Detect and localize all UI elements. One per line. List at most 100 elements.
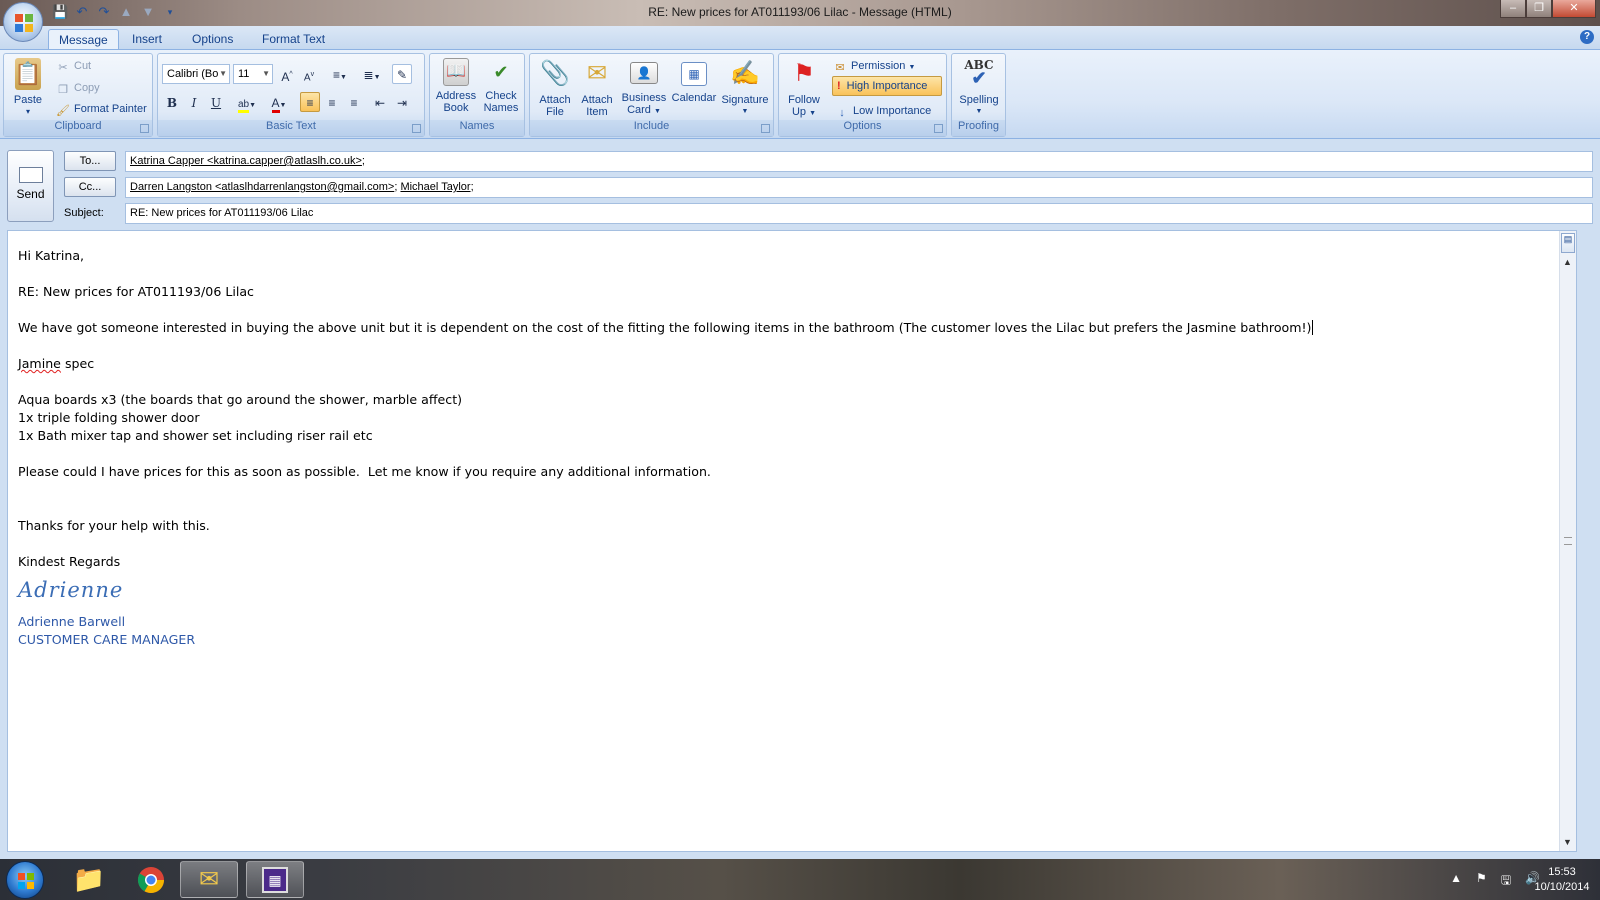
- follow-up-button[interactable]: ⚑ Follow Up ▼: [781, 56, 827, 120]
- signature-name: Adrienne Barwell: [18, 614, 126, 629]
- decrease-indent-button[interactable]: ⇤: [370, 92, 390, 112]
- show-hidden-icons-icon[interactable]: ▲: [1450, 871, 1462, 892]
- align-center-button[interactable]: ≡: [322, 92, 342, 112]
- basic-text-dialog-launcher-icon[interactable]: [412, 124, 421, 133]
- tab-insert[interactable]: Insert: [122, 29, 172, 50]
- scroll-down-icon[interactable]: ▼: [1563, 837, 1572, 847]
- basic-text-group: Calibri (Bo ▼ 11 ▼ A^ Av ≡▼ ≣▼ ✎ B I U ab▼…: [157, 53, 425, 137]
- tab-message[interactable]: Message: [48, 29, 119, 50]
- office-logo-icon: [15, 14, 33, 32]
- grow-font-button[interactable]: A^: [277, 64, 297, 84]
- options-group-label: Options: [779, 120, 946, 136]
- tab-options[interactable]: Options: [182, 29, 243, 50]
- help-icon[interactable]: ?: [1580, 30, 1594, 44]
- bullets-button[interactable]: ≡▼: [326, 64, 354, 84]
- font-size-select[interactable]: 11 ▼: [233, 64, 273, 84]
- font-color-icon: A: [271, 96, 280, 113]
- start-button[interactable]: [6, 861, 44, 899]
- align-left-button[interactable]: ≡: [300, 92, 320, 112]
- send-button[interactable]: Send: [7, 150, 54, 222]
- attach-file-button[interactable]: 📎 Attach File: [532, 56, 578, 119]
- align-right-icon: ≡: [350, 96, 358, 110]
- permission-icon: ✉: [835, 62, 845, 74]
- copy-button[interactable]: ❐ Copy: [56, 79, 100, 97]
- clipboard-dialog-launcher-icon[interactable]: [140, 124, 149, 133]
- grid-app-icon: ▦: [262, 866, 288, 893]
- dropdown-arrow-icon: ▼: [219, 69, 227, 78]
- font-color-button[interactable]: A▼: [264, 92, 294, 113]
- taskbar-explorer[interactable]: 📁: [60, 861, 118, 898]
- underline-button[interactable]: U: [206, 92, 226, 112]
- cc-recipient-2[interactable]: Michael Taylor: [400, 181, 470, 193]
- scissors-icon: ✂: [58, 62, 68, 74]
- list-item: Aqua boards x3 (the boards that go aroun…: [18, 392, 463, 407]
- cc-button[interactable]: Cc...: [64, 177, 116, 197]
- font-name-value: Calibri (Bo: [167, 68, 219, 80]
- include-dialog-launcher-icon[interactable]: [761, 124, 770, 133]
- misspelled-word[interactable]: Jamine: [18, 356, 61, 371]
- italic-button[interactable]: I: [184, 92, 204, 112]
- basic-text-group-label: Basic Text: [158, 120, 424, 136]
- align-right-button[interactable]: ≡: [344, 92, 364, 112]
- low-importance-button[interactable]: ↓ Low Importance: [835, 102, 931, 120]
- options-dialog-launcher-icon[interactable]: [934, 124, 943, 133]
- spelling-check-icon: ABC ✔: [964, 58, 994, 89]
- message-content[interactable]: Hi Katrina, RE: New prices for AT011193/…: [18, 247, 1314, 649]
- paste-button[interactable]: 📋 Paste ▾: [8, 56, 48, 118]
- address-book-label-2: Book: [443, 102, 469, 114]
- signature-handwriting: Adrienne: [18, 578, 124, 602]
- calendar-label: Calendar: [671, 92, 717, 104]
- network-icon[interactable]: 🖫: [1501, 871, 1511, 892]
- business-card-button[interactable]: 👤 Business Card ▼: [618, 56, 670, 118]
- paragraph-1-text: We have got someone interested in buying…: [18, 320, 1312, 335]
- vertical-scrollbar[interactable]: ▤ ▲ ▼: [1559, 231, 1576, 851]
- office-button[interactable]: [3, 2, 43, 42]
- taskbar-chrome[interactable]: [122, 861, 180, 898]
- action-center-flag-icon[interactable]: ⚑: [1476, 871, 1487, 892]
- spelling-button[interactable]: ABC ✔ Spelling ▼: [954, 56, 1004, 118]
- clock[interactable]: 15:53 10/10/2014: [1530, 865, 1594, 895]
- to-field[interactable]: Katrina Capper <katrina.capper@atlaslh.c…: [125, 151, 1593, 172]
- taskbar-outlook[interactable]: ✉: [180, 861, 238, 898]
- highlight-button[interactable]: ab▼: [232, 92, 262, 113]
- check-names-icon: ✔: [493, 62, 509, 82]
- attach-item-button[interactable]: ✉ Attach Item: [574, 56, 620, 119]
- subject-field[interactable]: RE: New prices for AT011193/06 Lilac: [125, 203, 1593, 224]
- paperclip-icon: 📎: [540, 60, 570, 87]
- to-button[interactable]: To...: [64, 151, 116, 171]
- text-cursor: [1312, 320, 1314, 335]
- address-book-button[interactable]: 📖 Address Book: [432, 56, 480, 114]
- ruler-toggle-icon[interactable]: ▤: [1561, 233, 1575, 253]
- tab-format-text[interactable]: Format Text: [252, 29, 335, 50]
- message-body[interactable]: Hi Katrina, RE: New prices for AT011193/…: [7, 230, 1577, 852]
- window-title: RE: New prices for AT011193/06 Lilac - M…: [648, 5, 952, 19]
- cut-button[interactable]: ✂ Cut: [56, 57, 91, 75]
- numbering-button[interactable]: ≣▼: [358, 64, 386, 84]
- minimize-button[interactable]: –: [1500, 0, 1526, 18]
- address-book-label-1: Address: [435, 90, 477, 102]
- font-size-value: 11: [238, 68, 250, 80]
- to-recipient[interactable]: Katrina Capper <katrina.capper@atlaslh.c…: [130, 155, 362, 167]
- permission-button[interactable]: ✉ Permission ▼: [833, 57, 915, 75]
- copy-label: Copy: [74, 82, 100, 94]
- cc-recipient-1[interactable]: Darren Langston <atlaslhdarrenlangston@g…: [130, 181, 394, 193]
- font-name-select[interactable]: Calibri (Bo ▼: [162, 64, 230, 84]
- cc-field[interactable]: Darren Langston <atlaslhdarrenlangston@g…: [125, 177, 1593, 198]
- include-group: 📎 Attach File ✉ Attach Item 👤 Business C…: [529, 53, 774, 137]
- format-painter-button[interactable]: 🖌 Format Painter: [56, 100, 147, 118]
- scroll-up-icon[interactable]: ▲: [1563, 257, 1572, 267]
- calendar-button[interactable]: ▦ Calendar: [668, 56, 720, 104]
- shrink-font-button[interactable]: Av: [299, 64, 319, 84]
- format-painter-label: Format Painter: [74, 103, 147, 115]
- clear-formatting-button[interactable]: ✎: [392, 64, 412, 84]
- names-group: 📖 Address Book ✔ Check Names Names: [429, 53, 525, 137]
- taskbar-app[interactable]: ▦: [246, 861, 304, 898]
- increase-indent-button[interactable]: ⇥: [392, 92, 412, 112]
- maximize-button[interactable]: ❐: [1526, 0, 1552, 18]
- scroll-grip-icon[interactable]: [1564, 537, 1572, 545]
- close-button[interactable]: ✕: [1552, 0, 1596, 18]
- signature-button[interactable]: ✍ Signature ▼: [718, 56, 772, 118]
- bold-button[interactable]: B: [162, 92, 182, 112]
- check-names-button[interactable]: ✔ Check Names: [478, 56, 524, 114]
- high-importance-button[interactable]: ! High Importance: [832, 76, 942, 96]
